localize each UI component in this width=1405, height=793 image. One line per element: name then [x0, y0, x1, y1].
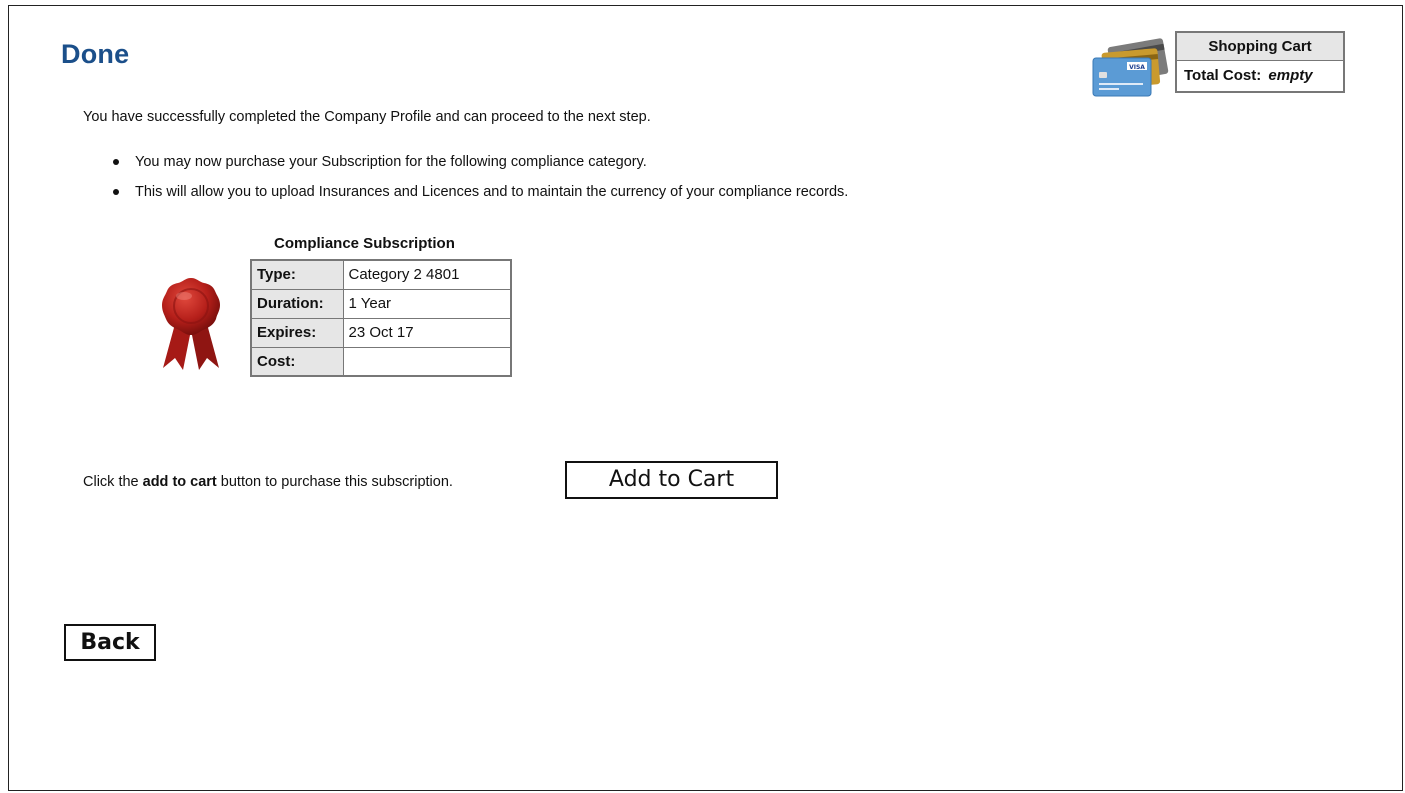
award-seal-icon [162, 278, 220, 370]
subscription-heading: Compliance Subscription [274, 235, 455, 252]
row-label-type: Type: [250, 259, 344, 290]
cta-suffix: button to purchase this subscription. [216, 474, 453, 490]
row-label-cost: Cost: [250, 346, 344, 377]
table-row: Cost: [250, 346, 512, 377]
table-row: Expires: 23 Oct 17 [250, 317, 512, 348]
table-row: Duration: 1 Year [250, 288, 512, 319]
row-value-type: Category 2 4801 [342, 259, 512, 290]
cart-total-label: Total Cost: [1184, 67, 1262, 84]
row-label-expires: Expires: [250, 317, 344, 348]
subscription-table: Type: Category 2 4801 Duration: 1 Year E… [250, 259, 512, 377]
cart-total-value: empty [1268, 67, 1313, 84]
intro-text: You have successfully completed the Comp… [83, 109, 651, 125]
table-row: Type: Category 2 4801 [250, 259, 512, 290]
credit-cards-icon: VISA [1092, 38, 1169, 97]
info-list: You may now purchase your Subscription f… [109, 154, 848, 214]
page-frame: Done VISA Shopping Cart Total Cost: empt… [8, 5, 1403, 791]
row-value-expires: 23 Oct 17 [342, 317, 512, 348]
row-value-duration: 1 Year [342, 288, 512, 319]
shopping-cart-box: Shopping Cart Total Cost: empty [1175, 31, 1345, 93]
cta-bold: add to cart [142, 474, 217, 490]
info-list-item: You may now purchase your Subscription f… [109, 154, 848, 184]
cart-heading: Shopping Cart [1177, 33, 1343, 61]
add-to-cart-instruction: Click the add to cart button to purchase… [83, 474, 453, 490]
info-list-item: This will allow you to upload Insurances… [109, 184, 848, 214]
svg-text:VISA: VISA [1129, 64, 1145, 71]
add-to-cart-button[interactable]: Add to Cart [565, 461, 778, 499]
page-title: Done [61, 39, 130, 69]
row-value-cost [342, 346, 512, 377]
cart-total: Total Cost: empty [1177, 61, 1343, 91]
row-label-duration: Duration: [250, 288, 344, 319]
back-button[interactable]: Back [64, 624, 156, 661]
cta-prefix: Click the [83, 474, 143, 490]
